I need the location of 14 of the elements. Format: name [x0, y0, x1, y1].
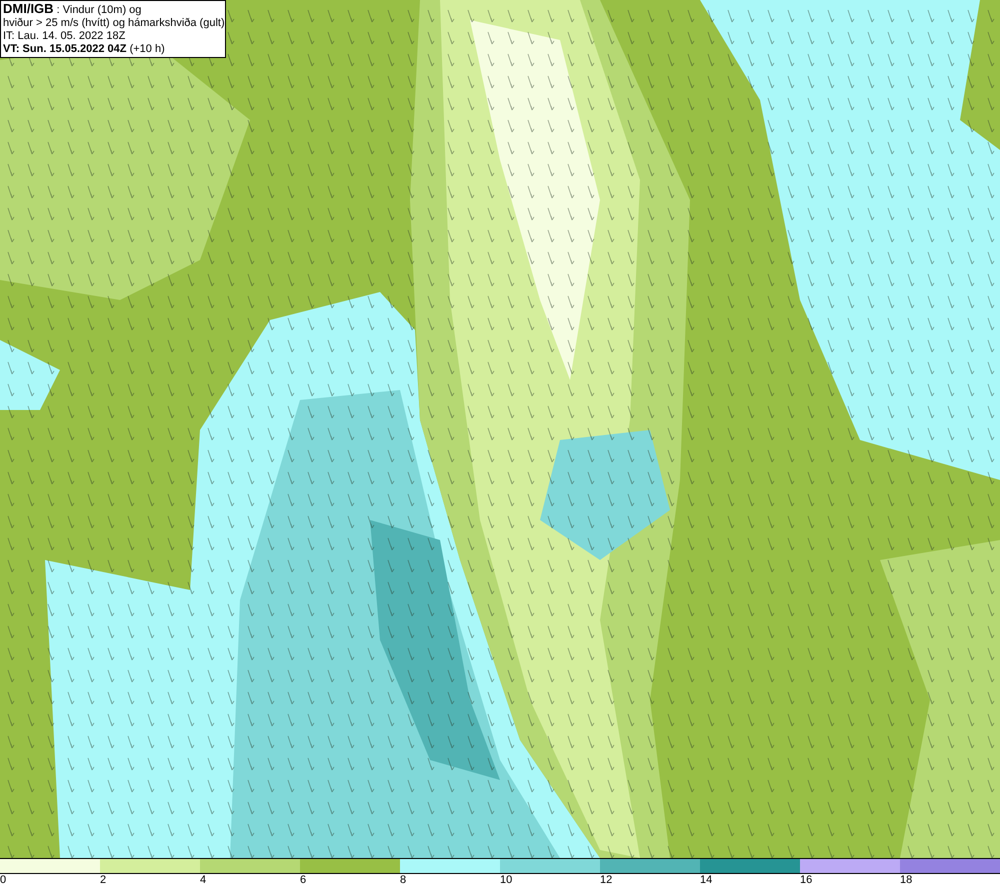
legend-label: 6: [300, 874, 306, 886]
caption-line: IT: Lau. 14. 05. 2022 18Z: [3, 30, 126, 43]
legend-label: 2: [100, 874, 106, 886]
legend-label: 0: [0, 874, 6, 886]
legend-label: 12: [600, 874, 612, 886]
caption-line: VT: Sun. 15.05.2022 04Z (+10 h): [3, 43, 166, 56]
legend-label: 10: [500, 874, 512, 886]
legend-label: 14: [700, 874, 712, 886]
legend-label: 18: [900, 874, 912, 886]
legend-label: 4: [200, 874, 206, 886]
legend-label: 16: [800, 874, 812, 886]
caption-line: DMI/IGB : Vindur (10m) og: [3, 2, 142, 17]
caption-line: hviður > 25 m/s (hvítt) og hámarkshviða (gult): [3, 17, 223, 30]
legend-label: 8: [400, 874, 406, 886]
